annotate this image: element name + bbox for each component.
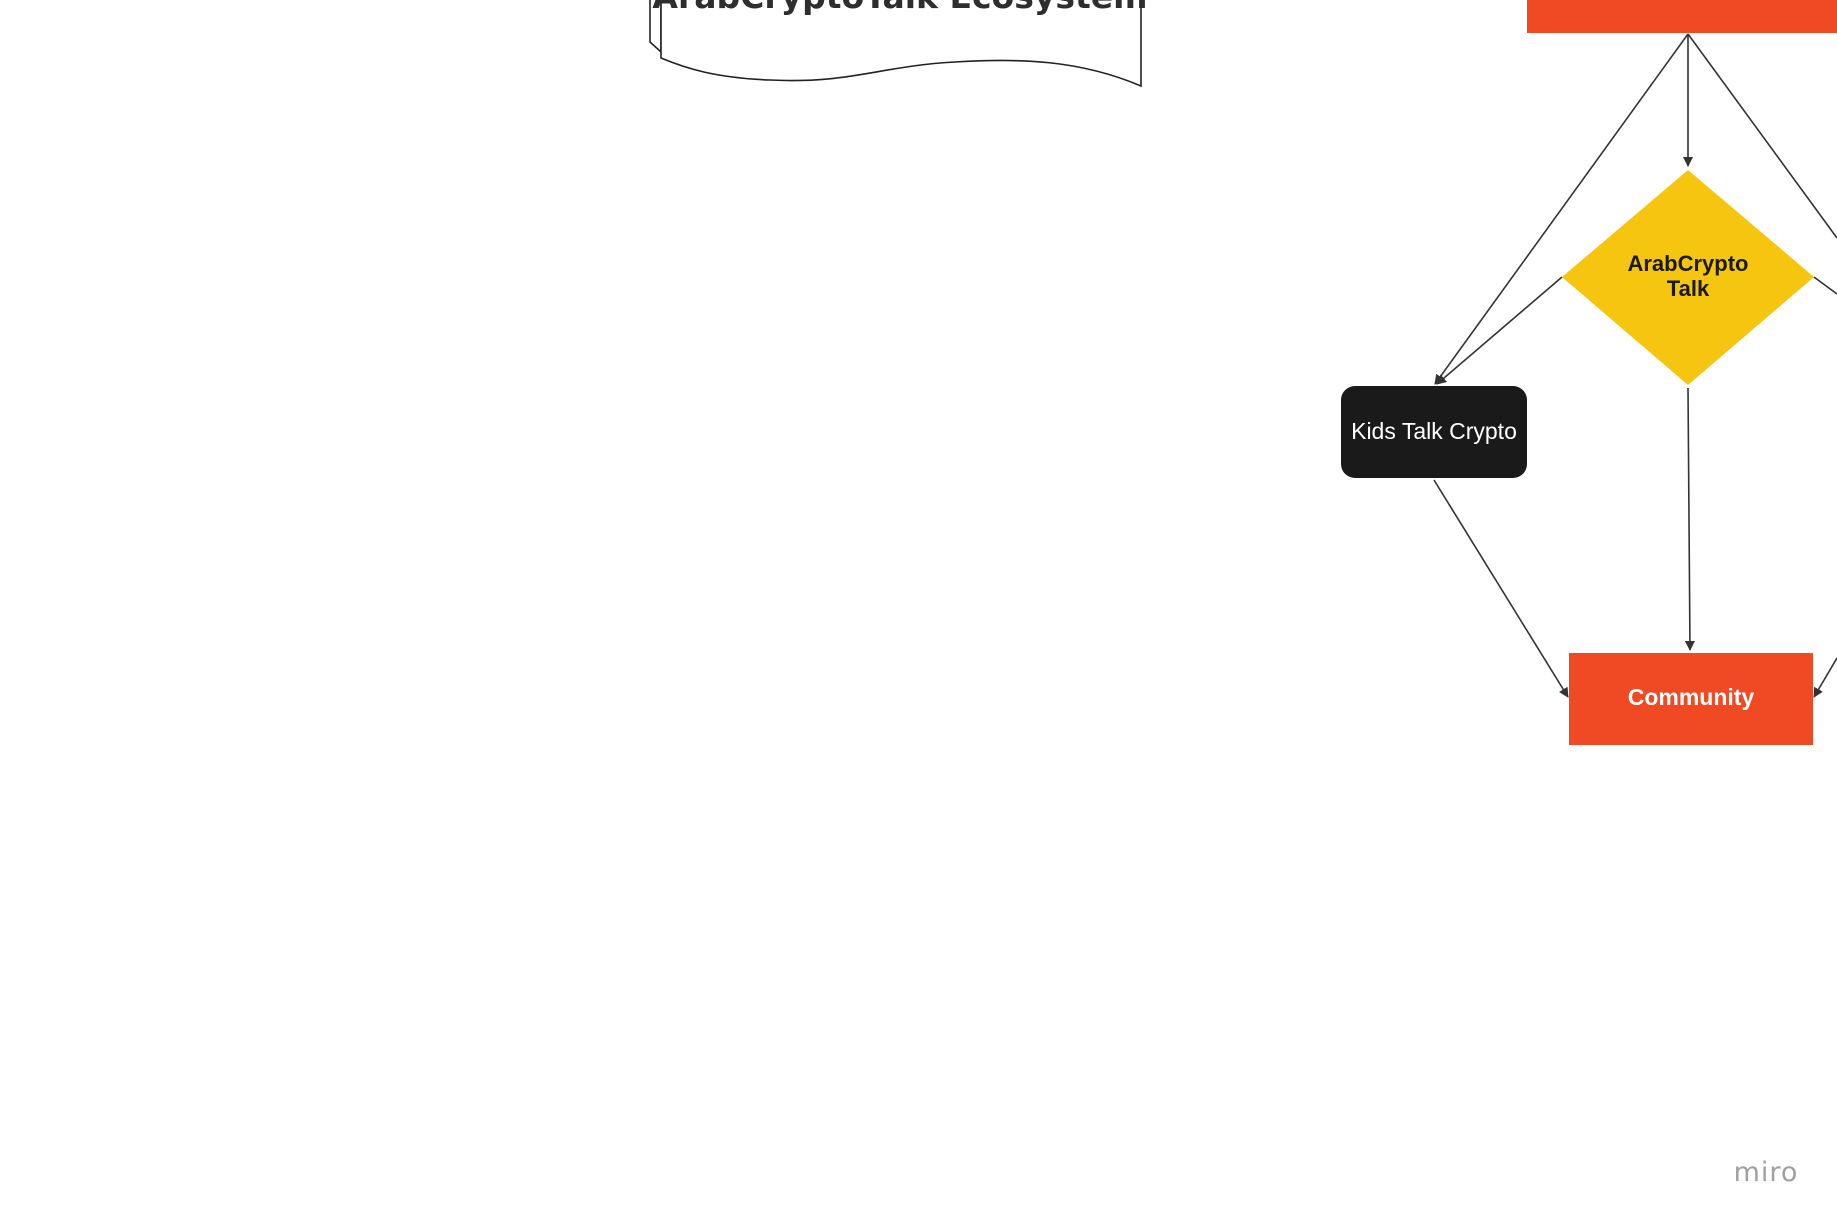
document-title: ArabCryptoTalk Ecosystem [652,0,1147,16]
kids-talk-crypto-node[interactable]: Kids Talk Crypto [1341,386,1527,478]
title-document-shape[interactable]: ArabCryptoTalk Ecosystem [649,0,1148,88]
community-node[interactable]: Community [1569,653,1813,745]
top-red-node[interactable] [1527,0,1837,33]
diamond-label-line1: ArabCrypto [1627,251,1748,276]
kids-node-label: Kids Talk Crypto [1351,418,1517,444]
edge-diamond-to-kids[interactable] [1436,276,1563,385]
edge-diamond-to-offscreen-right[interactable] [1813,276,1837,295]
diamond-label-line2: Talk [1667,276,1710,301]
community-node-label: Community [1628,684,1755,710]
edge-diamond-to-community[interactable] [1684,387,1695,651]
edge-offscreen-right-to-community[interactable] [1813,657,1837,698]
arabcrypto-talk-diamond[interactable]: ArabCrypto Talk [1562,170,1814,385]
whiteboard-canvas[interactable]: ArabCryptoTalk Ecosystem ArabCrypto Talk… [0,0,1837,1224]
edge-kids-to-community[interactable] [1433,479,1569,698]
miro-watermark: miro [1734,1157,1799,1188]
connectors [1433,33,1837,698]
